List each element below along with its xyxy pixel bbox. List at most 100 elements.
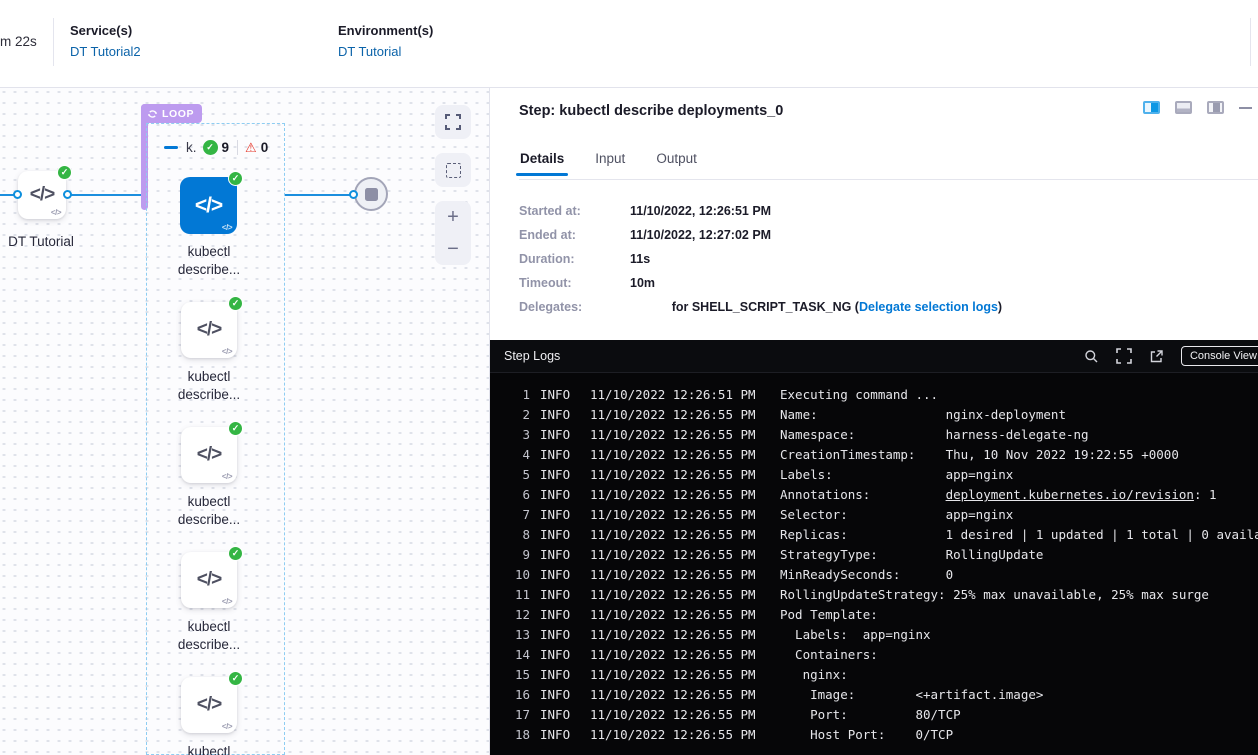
code-icon: </> [197, 319, 221, 341]
success-count: 9 [222, 140, 230, 155]
code-icon: </> [30, 184, 54, 206]
log-line: 4INFO11/10/2022 12:26:55 PMCreationTimes… [500, 445, 1258, 465]
step-node[interactable]: </> </> ✓ [181, 427, 237, 483]
search-icon[interactable] [1084, 349, 1099, 364]
collapse-node-icon[interactable] [164, 146, 178, 149]
services-label: Service(s) [70, 23, 141, 38]
tab-output[interactable]: Output [655, 143, 698, 179]
collapse-panel-icon[interactable] [1239, 107, 1252, 109]
loop-group-header: k. ✓ 9 ⚠ 0 [164, 138, 268, 156]
code-icon: </> [51, 208, 61, 217]
code-icon: </> [195, 194, 222, 218]
annotation-link[interactable]: deployment.kubernetes.io/revision [946, 487, 1194, 502]
edge-line [0, 194, 14, 196]
field-duration: Duration: 11s [519, 247, 1002, 271]
environments-block: Environment(s) DT Tutorial [338, 23, 433, 59]
zoom-controls: + − [435, 201, 471, 265]
reset-view-icon [446, 163, 461, 178]
step-node[interactable]: </> </> ✓ [181, 677, 237, 733]
divider [237, 140, 238, 155]
log-line: 3INFO11/10/2022 12:26:55 PMNamespace: ha… [500, 425, 1258, 445]
success-icon: ✓ [57, 165, 72, 180]
step-node-label: kubectldescribe... [147, 618, 271, 654]
success-icon: ✓ [228, 671, 243, 686]
log-line: 1INFO11/10/2022 12:26:51 PMExecuting com… [500, 385, 1258, 405]
divider [53, 18, 54, 66]
log-line: 9INFO11/10/2022 12:26:55 PMStrategyType:… [500, 545, 1258, 565]
service-link[interactable]: DT Tutorial2 [70, 44, 141, 59]
connector-dot[interactable] [63, 190, 72, 199]
code-icon: </> [197, 569, 221, 591]
success-icon: ✓ [228, 421, 243, 436]
divider [1250, 18, 1251, 66]
step-node-label: kubectldescribe... [147, 368, 271, 404]
connector-dot[interactable] [349, 190, 358, 199]
warning-icon: ⚠ [245, 141, 257, 154]
delegate-selection-logs-link[interactable]: Delegate selection logs [859, 300, 998, 314]
log-line: 2INFO11/10/2022 12:26:55 PMName: nginx-d… [500, 405, 1258, 425]
log-line: 7INFO11/10/2022 12:26:55 PMSelector: app… [500, 505, 1258, 525]
services-block: Service(s) DT Tutorial2 [70, 23, 141, 59]
reset-view-button[interactable] [435, 153, 471, 187]
step-details-section: Step: kubectl describe deployments_0 Det… [490, 88, 1258, 340]
code-icon: </> [222, 722, 232, 731]
log-line: 12INFO11/10/2022 12:26:55 PMPod Template… [500, 605, 1258, 625]
tab-input[interactable]: Input [594, 143, 626, 179]
log-line: 18INFO11/10/2022 12:26:55 PM Host Port: … [500, 725, 1258, 745]
code-icon: </> [222, 223, 232, 232]
pipeline-duration: m 22s [0, 34, 37, 49]
log-line: 10INFO11/10/2022 12:26:55 PMMinReadySeco… [500, 565, 1258, 585]
layout-bottom-view-icon[interactable] [1175, 101, 1192, 114]
code-icon: </> [222, 597, 232, 606]
zoom-out-button[interactable]: − [435, 233, 471, 265]
open-new-tab-icon[interactable] [1149, 349, 1164, 364]
log-line: 11INFO11/10/2022 12:26:55 PMRollingUpdat… [500, 585, 1258, 605]
field-delegates: Delegates: for SHELL_SCRIPT_TASK_NG (Del… [519, 295, 1002, 319]
fullscreen-button[interactable] [435, 105, 471, 139]
step-node[interactable]: </> </> ✓ [181, 552, 237, 608]
tab-details[interactable]: Details [519, 143, 565, 179]
detail-fields: Started at: 11/10/2022, 12:26:51 PM Ende… [519, 199, 1002, 319]
step-details-panel: Step: kubectl describe deployments_0 Det… [490, 88, 1258, 755]
field-started-at: Started at: 11/10/2022, 12:26:51 PM [519, 199, 1002, 223]
edge-line [71, 194, 141, 196]
logs-actions: Console View [1084, 346, 1258, 366]
layout-split-view-icon[interactable] [1143, 101, 1160, 114]
success-icon: ✓ [228, 296, 243, 311]
log-line: 6INFO11/10/2022 12:26:55 PMAnnotations: … [500, 485, 1258, 505]
code-icon: </> [222, 347, 232, 356]
layout-right-view-icon[interactable] [1207, 101, 1224, 114]
step-title: Step: kubectl describe deployments_0 [519, 103, 783, 119]
success-icon: ✓ [228, 546, 243, 561]
loop-badge[interactable]: LOOP [141, 104, 202, 123]
stop-icon [365, 188, 378, 201]
environments-label: Environment(s) [338, 23, 433, 38]
log-line: 16INFO11/10/2022 12:26:55 PM Image: <+ar… [500, 685, 1258, 705]
stage-node-label: DT Tutorial [0, 233, 103, 251]
code-icon: </> [197, 444, 221, 466]
code-icon: </> [222, 472, 232, 481]
pipeline-graph-canvas[interactable]: </> </> ✓ DT Tutorial LOOP k. ✓ 9 ⚠ 0 [0, 88, 490, 755]
panel-layout-controls [1143, 101, 1252, 114]
field-ended-at: Ended at: 11/10/2022, 12:27:02 PM [519, 223, 1002, 247]
stage-node-dt-tutorial[interactable]: </> </> ✓ [18, 171, 66, 219]
console-view-button[interactable]: Console View [1181, 346, 1258, 366]
log-line: 13INFO11/10/2022 12:26:55 PM Labels: app… [500, 625, 1258, 645]
failed-count: 0 [261, 140, 269, 155]
step-logs-section: Step Logs [490, 340, 1258, 755]
environment-link[interactable]: DT Tutorial [338, 44, 433, 59]
end-node[interactable] [354, 177, 388, 211]
log-output[interactable]: 1INFO11/10/2022 12:26:51 PMExecuting com… [490, 373, 1258, 755]
step-node[interactable]: </> </> ✓ [181, 302, 237, 358]
connector-dot[interactable] [13, 190, 22, 199]
step-node-selected[interactable]: </> </> ✓ [180, 177, 237, 234]
success-icon: ✓ [228, 171, 243, 186]
log-line: 5INFO11/10/2022 12:26:55 PMLabels: app=n… [500, 465, 1258, 485]
success-icon: ✓ [203, 140, 218, 155]
log-line: 14INFO11/10/2022 12:26:55 PM Containers: [500, 645, 1258, 665]
zoom-in-button[interactable]: + [435, 201, 471, 233]
loop-badge-label: LOOP [162, 108, 194, 120]
fullscreen-icon [445, 114, 461, 130]
step-node-label: kubectldescribe... [147, 493, 271, 529]
expand-logs-icon[interactable] [1116, 348, 1132, 364]
